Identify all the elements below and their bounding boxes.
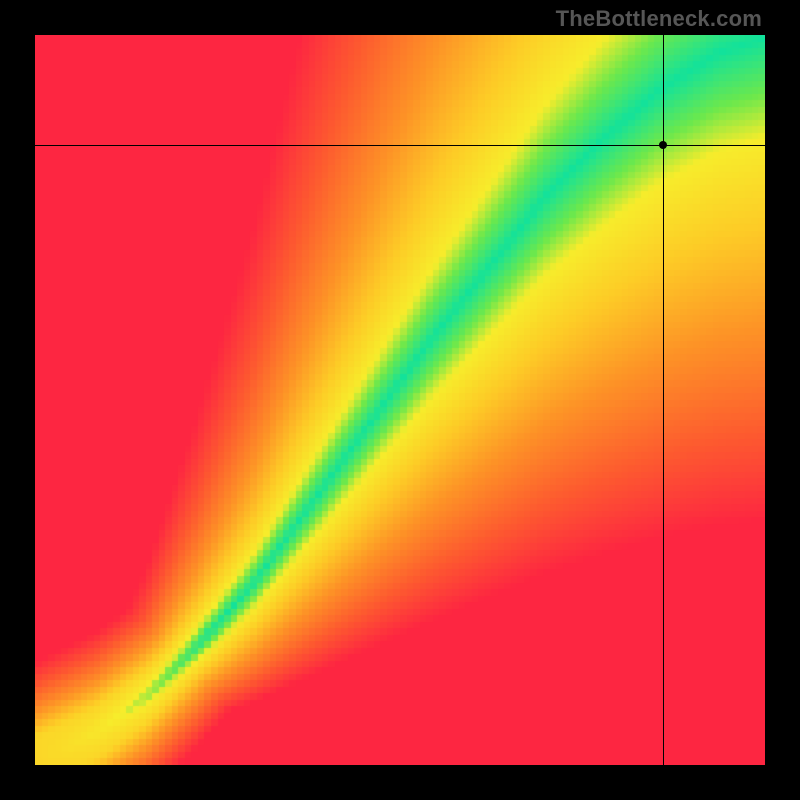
selection-marker[interactable] bbox=[659, 141, 667, 149]
chart-frame: TheBottleneck.com bbox=[0, 0, 800, 800]
crosshair-horizontal bbox=[35, 145, 765, 146]
watermark-text: TheBottleneck.com bbox=[556, 6, 762, 32]
heatmap-plot bbox=[35, 35, 765, 765]
